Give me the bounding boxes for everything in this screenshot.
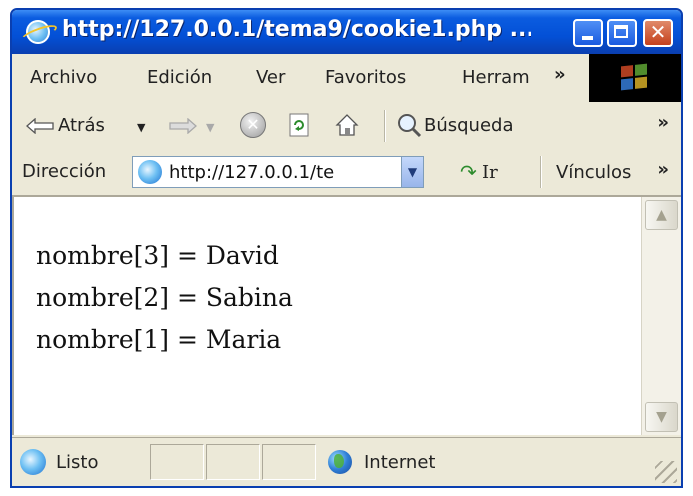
title-bar[interactable]: http://127.0.0.1/tema9/cookie1.php ... ✕	[12, 10, 681, 54]
resize-grip-icon[interactable]	[655, 461, 677, 483]
page-icon	[138, 160, 162, 184]
menu-herramientas[interactable]: Herram	[462, 67, 530, 88]
forward-dropdown-icon[interactable]: ▼	[206, 121, 214, 134]
forward-arrow-icon[interactable]	[169, 118, 197, 134]
go-button[interactable]: Ir	[482, 162, 498, 183]
status-pane	[262, 444, 316, 480]
windows-logo	[589, 54, 681, 102]
scroll-up-button[interactable]: ▲	[645, 200, 678, 230]
status-bar: Listo Internet	[12, 437, 681, 486]
status-pane	[150, 444, 204, 480]
maximize-button[interactable]	[607, 19, 637, 47]
standard-toolbar: Atrás ▼ ▼ ✕ Búsqueda »	[12, 102, 681, 151]
status-page-icon	[20, 449, 46, 475]
internet-explorer-icon	[26, 20, 50, 44]
windows-flag-icon	[621, 63, 647, 91]
browser-window: http://127.0.0.1/tema9/cookie1.php ... ✕…	[10, 8, 683, 488]
links-button[interactable]: Vínculos	[556, 162, 631, 183]
scroll-down-button[interactable]: ▼	[645, 402, 678, 432]
minimize-button[interactable]	[573, 19, 603, 47]
back-arrow-icon[interactable]	[26, 118, 54, 134]
refresh-icon[interactable]	[286, 112, 312, 138]
toolbar-overflow-chevron-icon[interactable]: »	[657, 112, 669, 133]
address-input[interactable]: http://127.0.0.1/te ▼	[132, 156, 424, 188]
go-arrow-icon[interactable]: ↷	[460, 160, 477, 184]
cookie-line: nombre[2] = Sabina	[36, 283, 293, 312]
toolbar-separator	[384, 110, 386, 142]
status-text: Listo	[56, 452, 99, 473]
window-title: http://127.0.0.1/tema9/cookie1.php ...	[62, 17, 531, 42]
address-value[interactable]: http://127.0.0.1/te	[169, 162, 393, 183]
address-bar: Dirección http://127.0.0.1/te ▼ ↷ Ir Vín…	[12, 150, 681, 197]
internet-zone-globe-icon	[328, 450, 352, 474]
back-button[interactable]: Atrás	[58, 115, 105, 136]
menu-overflow-chevron-icon[interactable]: »	[554, 64, 566, 85]
menu-favoritos[interactable]: Favoritos	[325, 67, 406, 88]
stop-icon[interactable]: ✕	[240, 112, 266, 138]
search-button[interactable]: Búsqueda	[424, 115, 514, 136]
vertical-scrollbar[interactable]: ▲ ▼	[641, 197, 681, 435]
close-button[interactable]: ✕	[643, 19, 673, 47]
status-pane	[206, 444, 260, 480]
menu-archivo[interactable]: Archivo	[30, 67, 97, 88]
page-body: nombre[3] = David nombre[2] = Sabina nom…	[36, 235, 293, 361]
cookie-line: nombre[3] = David	[36, 241, 279, 270]
menu-edicion[interactable]: Edición	[147, 67, 212, 88]
home-icon[interactable]	[334, 112, 360, 138]
address-separator	[540, 156, 542, 188]
address-dropdown-icon[interactable]: ▼	[401, 157, 423, 187]
back-dropdown-icon[interactable]: ▼	[137, 121, 145, 134]
search-icon[interactable]	[396, 112, 422, 138]
address-label: Dirección	[22, 161, 107, 182]
security-zone-text: Internet	[364, 452, 436, 473]
menu-bar: Archivo Edición Ver Favoritos Herram »	[12, 54, 681, 103]
menu-ver[interactable]: Ver	[256, 67, 285, 88]
page-content: nombre[3] = David nombre[2] = Sabina nom…	[12, 197, 681, 435]
links-overflow-chevron-icon[interactable]: »	[657, 159, 669, 180]
cookie-line: nombre[1] = Maria	[36, 325, 282, 354]
